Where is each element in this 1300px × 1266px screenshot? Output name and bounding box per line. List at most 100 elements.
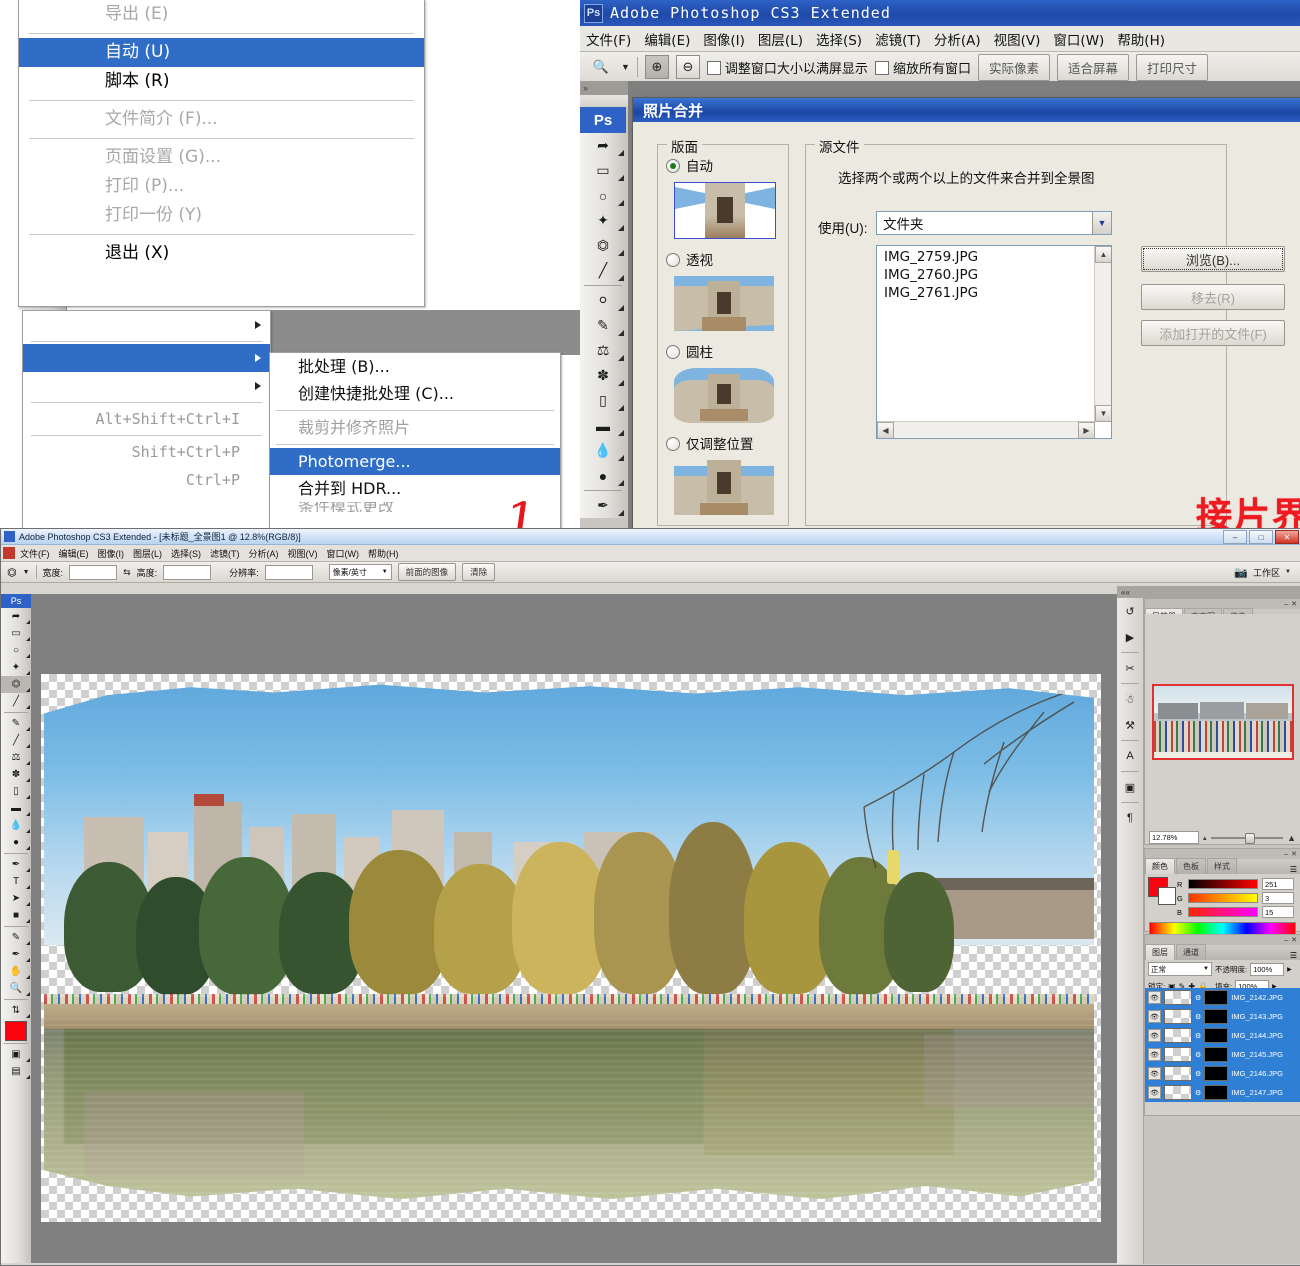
file-list-vertical-scrollbar[interactable]: ▲ ▼ — [1094, 246, 1111, 422]
layer-thumbnail[interactable] — [1164, 1066, 1192, 1081]
layout-option-reposition[interactable]: 仅调整位置 — [658, 429, 788, 454]
layer-mask-thumbnail[interactable] — [1204, 1047, 1229, 1062]
blend-mode-row[interactable]: 正常 ▼ 不透明度: 100% ▶ — [1145, 960, 1300, 978]
layer-visibility-icon[interactable]: 👁 — [1148, 1067, 1161, 1080]
scroll-up-button[interactable]: ▲ — [1095, 246, 1111, 263]
submenu-item-crop-straighten[interactable]: 裁剪并修齐照片 — [270, 414, 560, 441]
chevron-down-icon[interactable]: ▶ — [1287, 966, 1292, 973]
blur-tool-icon[interactable]: 💧 — [580, 438, 626, 463]
hand-tool-icon[interactable]: ✋ — [1, 963, 31, 980]
menu-select[interactable]: 选择(S) — [171, 547, 201, 560]
slider-r[interactable] — [1188, 879, 1258, 889]
value-g[interactable]: 3 — [1262, 892, 1294, 904]
lasso-tool-icon[interactable]: ○ — [580, 183, 626, 208]
radio-auto-icon[interactable] — [666, 159, 680, 173]
print-size-button[interactable]: 打印尺寸 — [1135, 53, 1208, 81]
menu-item-export-row[interactable] — [23, 311, 270, 339]
layer-name[interactable]: IMG_2146.JPG — [1231, 1069, 1283, 1078]
bridge-icon[interactable]: 📷 — [1234, 566, 1248, 579]
menu-item-scripts-row[interactable] — [23, 372, 270, 400]
chevron-down-icon[interactable]: ▼ — [382, 569, 391, 575]
file-menu-dropdown-lower[interactable]: Alt+Shift+Ctrl+I Shift+Ctrl+P Ctrl+P — [22, 310, 271, 540]
magic-wand-tool-icon[interactable]: ✦ — [580, 208, 626, 233]
layer-row[interactable]: 👁 ⚙ IMG_2143.JPG — [1145, 1007, 1300, 1026]
layer-name[interactable]: IMG_2145.JPG — [1231, 1050, 1283, 1059]
swap-dimensions-icon[interactable]: ⇆ — [123, 567, 131, 578]
panorama-canvas[interactable] — [41, 674, 1101, 1222]
crop-height-input[interactable] — [163, 564, 212, 580]
menu-window[interactable]: 窗口(W) — [1053, 29, 1104, 49]
layers-list[interactable]: 👁 ⚙ IMG_2142.JPG 👁 ⚙ IMG_2143.JPG 👁 ⚙ IM… — [1145, 988, 1300, 1115]
use-source-select[interactable]: 文件夹 ▼ — [876, 211, 1112, 235]
menu-image[interactable]: 图像(I) — [703, 29, 745, 49]
menu-select[interactable]: 选择(S) — [816, 29, 862, 49]
navigator-zoom-slider[interactable] — [1210, 832, 1284, 844]
radio-perspective-icon[interactable] — [666, 253, 680, 267]
layer-thumbnail[interactable] — [1164, 990, 1192, 1005]
marquee-tool-icon[interactable]: ▭ — [1, 625, 31, 642]
submenu-item-batch[interactable]: 批处理 (B)... — [270, 353, 560, 380]
document-menu-icon[interactable] — [3, 547, 15, 559]
fit-screen-button[interactable]: 适合屏幕 — [1056, 53, 1129, 81]
navigator-zoom-value[interactable]: 12.78% — [1149, 831, 1199, 844]
add-open-files-button[interactable]: 添加打开的文件(F) — [1141, 320, 1285, 346]
value-b[interactable]: 15 — [1262, 906, 1294, 918]
slider-g[interactable] — [1188, 893, 1258, 903]
zoom-all-windows-checkbox[interactable] — [874, 60, 889, 75]
menu-item-scripts[interactable]: 脚本 (R) — [19, 67, 424, 96]
layer-row[interactable]: 👁 ⚙ IMG_2146.JPG — [1145, 1064, 1300, 1083]
blend-mode-select[interactable]: 正常 ▼ — [1148, 962, 1212, 976]
crop-tool-icon[interactable]: ⏣ — [580, 233, 626, 258]
swap-colors-icon[interactable]: ⇅ — [1, 1002, 31, 1019]
layer-mask-thumbnail[interactable] — [1204, 1066, 1229, 1081]
minimize-icon[interactable]: – — [1284, 601, 1288, 608]
clone-source-panel-icon[interactable]: ⚒ — [1117, 712, 1143, 738]
menu-layer[interactable]: 图层(L) — [758, 29, 803, 49]
menu-window[interactable]: 窗口(W) — [327, 547, 360, 560]
layout-option-cylindrical[interactable]: 圆柱 — [658, 337, 788, 362]
menu-image[interactable]: 图像(I) — [98, 547, 125, 560]
actions-panel-icon[interactable]: ▶ — [1117, 624, 1143, 650]
resize-windows-checkbox[interactable] — [706, 60, 721, 75]
menu-file[interactable]: 文件(F) — [586, 29, 631, 49]
tool-presets-panel-icon[interactable]: ✂ — [1117, 655, 1143, 681]
layer-name[interactable]: IMG_2144.JPG — [1231, 1031, 1283, 1040]
history-brush-tool-icon[interactable]: ✽ — [580, 363, 626, 388]
panel-menu-icon[interactable]: ☰ — [1290, 951, 1300, 960]
chevron-down-icon[interactable]: ▼ — [1092, 212, 1111, 234]
history-brush-tool-icon[interactable]: ✽ — [1, 766, 31, 783]
list-item[interactable]: IMG_2761.JPG — [879, 284, 1093, 302]
menu-help[interactable]: 帮助(H) — [1117, 29, 1165, 49]
move-tool-icon[interactable]: ➦ — [580, 133, 626, 158]
foreground-color-swatch[interactable] — [5, 1021, 27, 1041]
submenu-item-photomerge[interactable]: Photomerge... — [270, 448, 560, 475]
gradient-tool-icon[interactable]: ▬ — [1, 800, 31, 817]
slider-b[interactable] — [1188, 907, 1258, 917]
zoom-tool-icon[interactable]: 🔍 — [1, 980, 31, 997]
toolbox-collapse-button[interactable]: » — [580, 81, 628, 95]
panel-menu-icon[interactable]: ☰ — [1290, 865, 1300, 874]
layer-visibility-icon[interactable]: 👁 — [1148, 1048, 1161, 1061]
menu-item-page-setup[interactable]: 页面设置 (G)... — [19, 143, 424, 172]
tab-styles[interactable]: 样式 — [1207, 858, 1237, 874]
radio-cylindrical-icon[interactable] — [666, 345, 680, 359]
list-item[interactable]: IMG_2759.JPG — [879, 248, 1093, 266]
tab-layers[interactable]: 图层 — [1145, 944, 1175, 960]
character-panel-icon[interactable]: A — [1117, 743, 1143, 769]
menu-analysis[interactable]: 分析(A) — [934, 29, 981, 49]
list-item[interactable]: IMG_2760.JPG — [879, 266, 1093, 284]
gradient-tool-icon[interactable]: ▬ — [580, 413, 626, 438]
shortcut-page-setup[interactable]: Shift+Ctrl+P — [23, 438, 270, 466]
scroll-down-button[interactable]: ▼ — [1095, 405, 1111, 422]
chevron-down-icon[interactable]: ▼ — [1203, 966, 1209, 972]
dock-collapse-button[interactable]: «« — [1117, 586, 1300, 598]
type-tool-icon[interactable]: T — [1, 873, 31, 890]
close-icon[interactable]: ✕ — [1291, 936, 1297, 944]
layer-visibility-icon[interactable]: 👁 — [1148, 1029, 1161, 1042]
paragraph-panel-icon[interactable]: ¶ — [1117, 805, 1143, 831]
resolution-unit-select[interactable]: 像素/英寸 ▼ — [328, 564, 392, 580]
zoom-in-icon[interactable]: ▲ — [1287, 833, 1296, 843]
layer-thumbnail[interactable] — [1164, 1085, 1192, 1100]
zoom-in-button[interactable]: ⊕ — [644, 55, 669, 79]
submenu-item-create-droplet[interactable]: 创建快捷批处理 (C)... — [270, 380, 560, 407]
